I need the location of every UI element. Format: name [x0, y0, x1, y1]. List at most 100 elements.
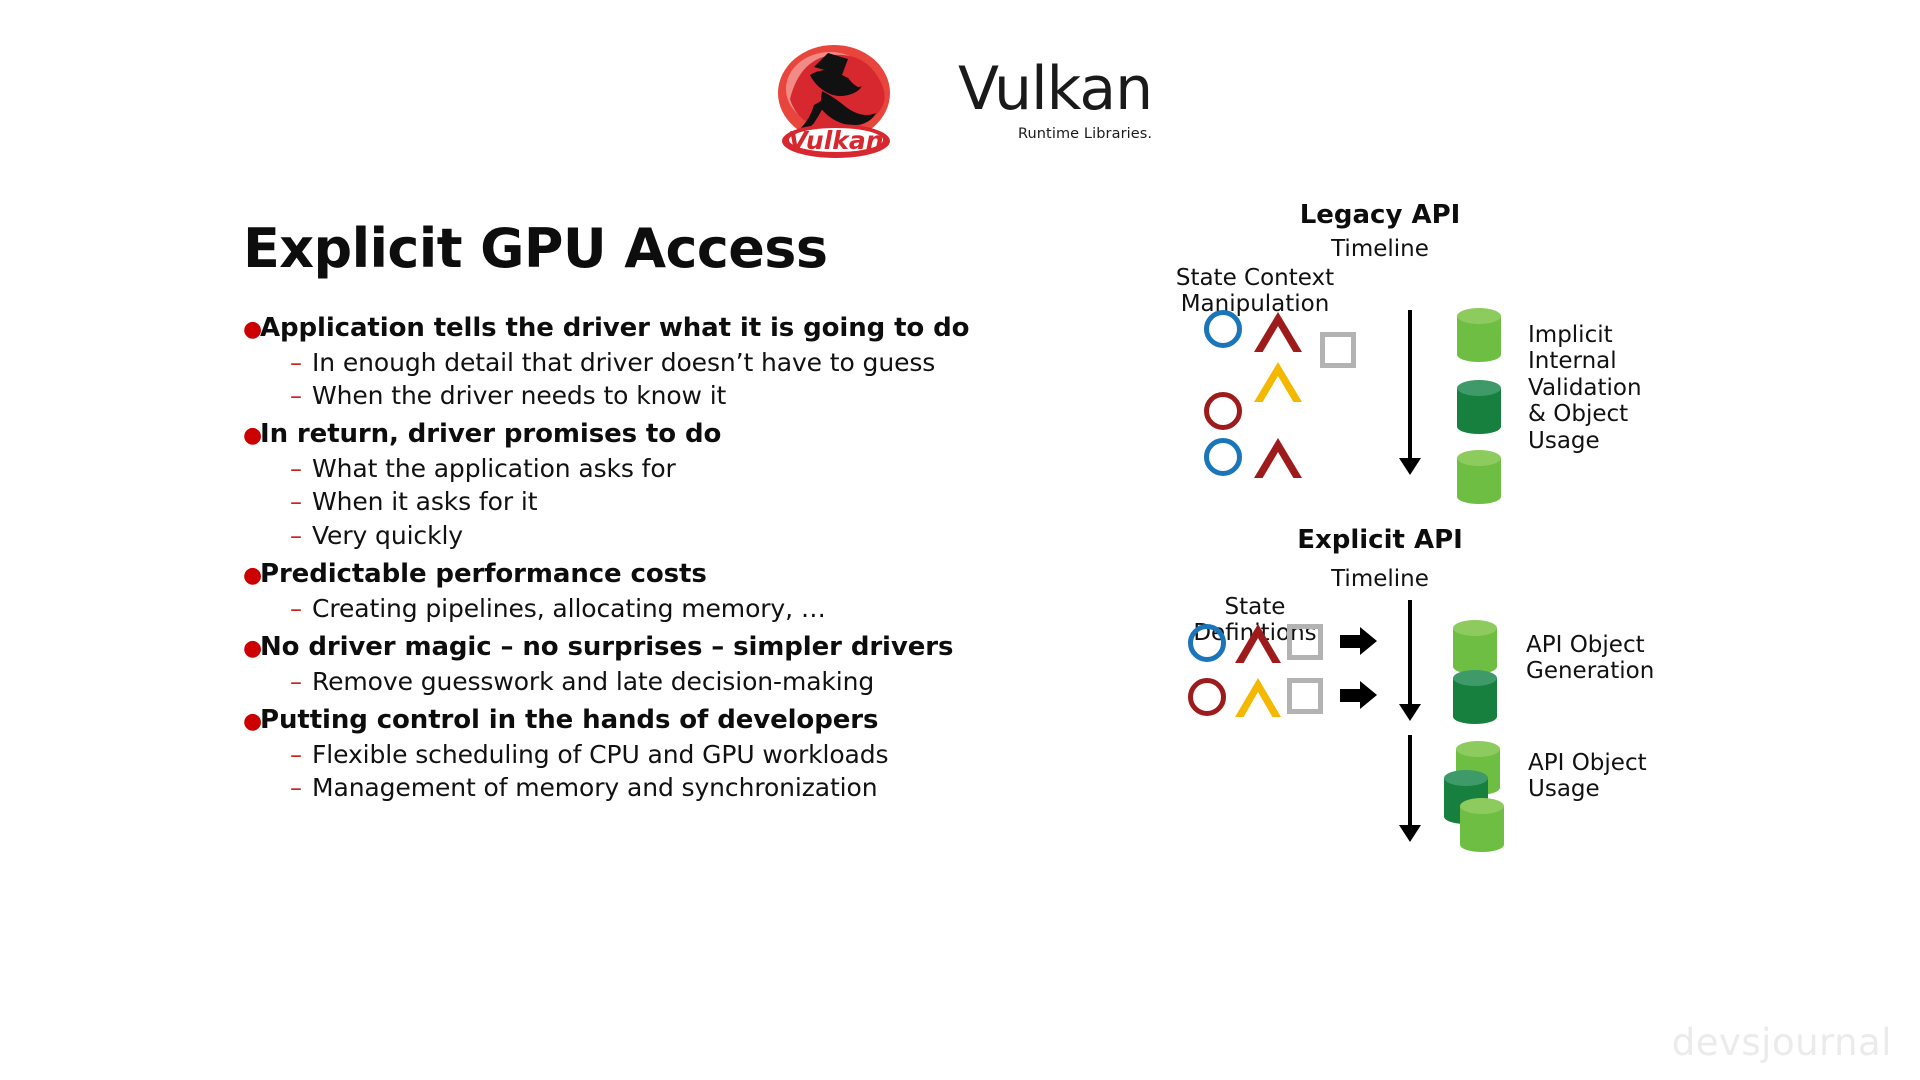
sub-bullet-item: – Flexible scheduling of CPU and GPU wor…: [290, 738, 1033, 771]
sub-bullet-item: – Creating pipelines, allocating memory,…: [290, 592, 1033, 625]
legacy-side-label-line4: & Object: [1528, 401, 1629, 428]
dash-icon: –: [290, 667, 302, 696]
sub-bullet-item: – Management of memory and synchronizati…: [290, 771, 1033, 804]
explicit-usage-label: API Object Usage: [1528, 750, 1748, 803]
sub-bullet-text: Remove guesswork and late decision-makin…: [312, 666, 875, 696]
explicit-generation-cylinder-dark: [1453, 670, 1497, 724]
watermark: devsjournal: [1671, 1021, 1892, 1064]
explicit-usage-label-line1: API Object: [1528, 750, 1647, 776]
explicit-timeline-label: Timeline: [1331, 566, 1429, 592]
bullet-item: ● In return, driver promises to do: [243, 418, 1033, 452]
legacy-timeline-axis: [1408, 310, 1412, 462]
legacy-shape-triangle-gold-inner: [1262, 376, 1294, 403]
bullet-item: ● Putting control in the hands of develo…: [243, 704, 1033, 738]
bullet-dot-icon: ●: [243, 423, 263, 449]
dash-icon: –: [290, 594, 302, 623]
bullet-text: No driver magic – no surprises – simpler…: [260, 631, 954, 662]
legacy-cylinder-light-1: [1457, 308, 1501, 362]
legacy-cylinder-dark-1: [1457, 380, 1501, 434]
explicit-row2-arrow-icon: [1340, 681, 1378, 710]
bullet-group: ● Application tells the driver what it i…: [243, 312, 1033, 412]
sub-bullet-item: – When it asks for it: [290, 485, 1033, 518]
explicit-row2-square-gray: [1287, 678, 1323, 714]
bullet-item: ● No driver magic – no surprises – simpl…: [243, 631, 1033, 665]
explicit-generation-label: API Object Generation: [1526, 632, 1746, 685]
dash-icon: –: [290, 740, 302, 769]
sub-bullet-text: Creating pipelines, allocating memory, …: [312, 593, 826, 623]
dash-icon: –: [290, 773, 302, 802]
explicit-generation-label-line1: API Object: [1526, 632, 1645, 658]
dash-icon: –: [290, 488, 302, 517]
explicit-row1-square-gray: [1287, 624, 1323, 660]
legacy-timeline-label: Timeline: [1331, 236, 1429, 262]
vulkan-wordmark-subtitle: Runtime Libraries.: [1017, 126, 1153, 142]
dash-icon: –: [290, 455, 302, 484]
legacy-shape-circle-blue: [1204, 310, 1242, 348]
vulkan-dragon-logo: Vulkan: [770, 41, 902, 161]
bullet-dot-icon: ●: [243, 708, 263, 734]
legacy-shape-triangle-red-2-inner: [1262, 452, 1294, 479]
vulkan-wordmark: Vulkan Runtime Libraries.: [958, 54, 1153, 142]
sub-bullet-item: – Very quickly: [290, 519, 1033, 552]
bullet-list: ● Application tells the driver what it i…: [243, 312, 1033, 810]
sub-bullet-text: What the application asks for: [312, 454, 676, 484]
legacy-shape-triangle-red-inner: [1262, 326, 1294, 353]
legacy-state-label-line1: State Context: [1175, 265, 1335, 291]
sub-bullet-text: When the driver needs to know it: [312, 381, 727, 411]
bullet-dot-icon: ●: [243, 562, 263, 588]
explicit-generation-cylinder-light: [1453, 620, 1497, 674]
legacy-shape-circle-blue-2: [1204, 438, 1242, 476]
legacy-state-label: State Context Manipulation: [1130, 265, 1380, 318]
sub-bullet-item: – In enough detail that driver doesn’t h…: [290, 346, 1033, 379]
explicit-row2-triangle-gold-inner: [1243, 692, 1273, 718]
bullet-text: In return, driver promises to do: [260, 419, 722, 450]
bullet-text: Putting control in the hands of develope…: [260, 704, 879, 735]
page-title: Explicit GPU Access: [243, 217, 828, 280]
sub-bullet-text: Flexible scheduling of CPU and GPU workl…: [312, 739, 889, 769]
explicit-row1-circle-blue: [1188, 624, 1226, 662]
bullet-item: ● Application tells the driver what it i…: [243, 312, 1033, 346]
sub-bullet-item: – What the application asks for: [290, 452, 1033, 485]
legacy-side-label-line5: Usage: [1528, 427, 1600, 454]
bullet-text: Predictable performance costs: [260, 558, 707, 589]
bullet-group: ● Predictable performance costs – Creati…: [243, 558, 1033, 625]
legacy-side-label-line2: Internal: [1528, 348, 1617, 375]
dash-icon: –: [290, 521, 302, 550]
sub-bullet-item: – When the driver needs to know it: [290, 379, 1033, 412]
bullet-group: ● No driver magic – no surprises – simpl…: [243, 631, 1033, 698]
legacy-shape-circle-red: [1204, 392, 1242, 430]
bullet-group: ● Putting control in the hands of develo…: [243, 704, 1033, 804]
legacy-side-label-line3: Validation: [1528, 374, 1642, 401]
sub-bullet-item: – Remove guesswork and late decision-mak…: [290, 665, 1033, 698]
explicit-timeline-axis-1: [1408, 600, 1412, 708]
explicit-timeline-arrowhead-1: [1399, 704, 1421, 721]
explicit-row1-arrow-icon: [1340, 627, 1378, 656]
explicit-state-label-line1: State: [1224, 594, 1286, 620]
explicit-row1-triangle-red-inner: [1243, 638, 1273, 664]
sub-bullet-text: In enough detail that driver doesn’t hav…: [312, 347, 936, 377]
explicit-generation-label-line2: Generation: [1526, 658, 1655, 685]
explicit-usage-label-line2: Usage: [1528, 776, 1600, 803]
explicit-row2-circle-red: [1188, 678, 1226, 716]
svg-text:Vulkan: Vulkan: [788, 126, 883, 155]
explicit-timeline-axis-2: [1408, 735, 1412, 829]
legacy-cylinder-light-2: [1457, 450, 1501, 504]
bullet-group: ● In return, driver promises to do – Wha…: [243, 418, 1033, 552]
explicit-timeline-arrowhead-2: [1399, 825, 1421, 842]
legacy-side-label-line1: Implicit: [1528, 322, 1613, 348]
vulkan-wordmark-text: Vulkan: [958, 54, 1153, 124]
dash-icon: –: [290, 382, 302, 411]
vulkan-logo-header: Vulkan Vulkan Runtime Libraries.: [770, 38, 1170, 163]
sub-bullet-text: When it asks for it: [312, 487, 538, 517]
bullet-item: ● Predictable performance costs: [243, 558, 1033, 592]
legacy-timeline-arrowhead: [1399, 458, 1421, 475]
explicit-api-heading: Explicit API: [1297, 525, 1463, 555]
legacy-api-heading: Legacy API: [1299, 200, 1461, 230]
explicit-usage-cylinder-light-bottom: [1460, 798, 1504, 852]
bullet-dot-icon: ●: [243, 317, 263, 342]
sub-bullet-text: Very quickly: [312, 520, 463, 550]
bullet-text: Application tells the driver what it is …: [260, 313, 970, 343]
api-comparison-diagram: Legacy API Timeline State Context Manipu…: [1150, 200, 1910, 1030]
legacy-side-label: Implicit Internal Validation & Object Us…: [1528, 322, 1728, 454]
bullet-dot-icon: ●: [243, 635, 263, 661]
